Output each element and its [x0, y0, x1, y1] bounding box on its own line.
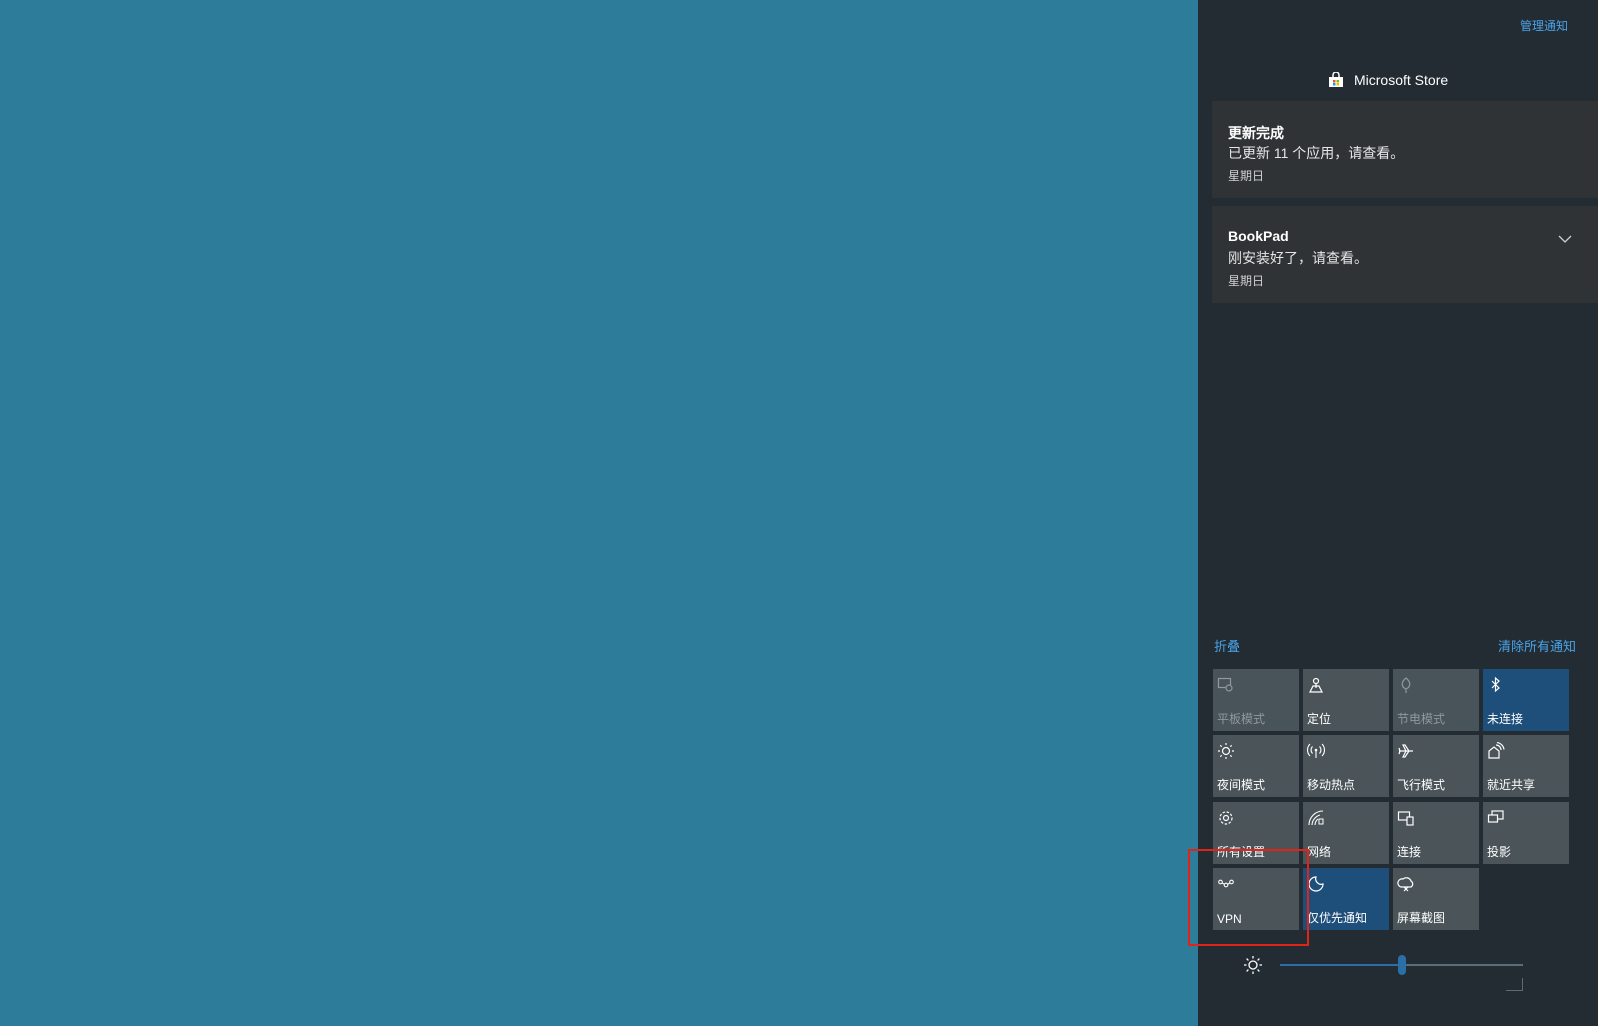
location-icon	[1309, 677, 1323, 693]
action-center-panel: 管理通知 Microsoft Store 更新完成 已更新 11 个应用，请查看…	[1198, 0, 1598, 1026]
notification-body: 已更新 11 个应用，请查看。	[1228, 145, 1405, 161]
chevron-down-icon[interactable]	[1558, 234, 1572, 244]
panel-corner-mark	[1506, 978, 1523, 991]
mobile-hotspot-icon	[1307, 743, 1325, 758]
store-bag-icon	[1328, 72, 1344, 88]
quick-action-project[interactable]: 投影	[1483, 802, 1569, 864]
quick-action-bluetooth[interactable]: 未连接	[1483, 669, 1569, 731]
quick-action-screen-snip[interactable]: 屏幕截图	[1393, 868, 1479, 930]
quick-action-airplane-mode[interactable]: 飞行模式	[1393, 735, 1479, 797]
notification-card[interactable]: 更新完成 已更新 11 个应用，请查看。 星期日	[1212, 101, 1598, 198]
brightness-slider-thumb[interactable]	[1397, 955, 1406, 975]
airplane-mode-icon	[1398, 744, 1413, 758]
notification-time: 星期日	[1228, 169, 1265, 183]
tile-label: 投影	[1487, 845, 1512, 859]
clear-all-notifications-link[interactable]: 清除所有通知	[1498, 636, 1576, 655]
brightness-icon	[1244, 956, 1262, 974]
tile-label: 所有设置	[1217, 845, 1266, 859]
battery-saver-icon	[1401, 677, 1411, 693]
notification-title: BookPad	[1228, 228, 1289, 244]
notification-app-header[interactable]: Microsoft Store	[1328, 72, 1448, 88]
tile-label: 夜间模式	[1217, 778, 1266, 792]
tile-label: 定位	[1307, 712, 1332, 726]
project-icon	[1487, 810, 1504, 823]
collapse-link[interactable]: 折叠	[1214, 636, 1240, 655]
connect-icon	[1397, 811, 1414, 826]
screen-snip-icon	[1397, 877, 1414, 892]
night-light-icon	[1218, 743, 1234, 759]
notification-title: 更新完成	[1228, 125, 1284, 141]
tablet-mode-icon	[1217, 677, 1233, 692]
tile-label: 未连接	[1487, 712, 1524, 726]
tile-label: 屏幕截图	[1397, 911, 1446, 925]
tile-label: 平板模式	[1217, 712, 1266, 726]
nearby-sharing-icon	[1488, 742, 1505, 759]
manage-notifications-link[interactable]: 管理通知	[1520, 17, 1568, 34]
quick-action-focus-assist[interactable]: 仅优先通知	[1303, 868, 1389, 930]
tile-label: 连接	[1397, 845, 1422, 859]
network-icon	[1308, 810, 1324, 826]
quick-action-network[interactable]: 网络	[1303, 802, 1389, 864]
quick-action-night-light[interactable]: 夜间模式	[1213, 735, 1299, 797]
notification-time: 星期日	[1228, 274, 1265, 288]
tile-label: 就近共享	[1487, 778, 1536, 792]
quick-action-location[interactable]: 定位	[1303, 669, 1389, 731]
tile-label: 移动热点	[1307, 778, 1356, 792]
tile-label: 飞行模式	[1397, 778, 1446, 792]
desktop-background[interactable]	[0, 0, 1198, 1026]
tile-label: VPN	[1217, 912, 1242, 926]
quick-action-vpn[interactable]: VPN	[1213, 868, 1299, 930]
quick-action-mobile-hotspot[interactable]: 移动热点	[1303, 735, 1389, 797]
bluetooth-icon	[1491, 676, 1500, 693]
tile-label: 节电模式	[1397, 712, 1446, 726]
brightness-slider-fill	[1280, 964, 1402, 966]
notification-card[interactable]: BookPad 刚安装好了，请查看。 星期日	[1212, 206, 1598, 303]
tile-label: 仅优先通知	[1307, 911, 1368, 925]
quick-action-tablet-mode[interactable]: 平板模式	[1213, 669, 1299, 731]
quick-action-all-settings[interactable]: 所有设置	[1213, 802, 1299, 864]
app-name: Microsoft Store	[1354, 72, 1449, 88]
focus-assist-icon	[1308, 876, 1324, 892]
settings-icon	[1219, 811, 1233, 825]
quick-action-connect[interactable]: 连接	[1393, 802, 1479, 864]
quick-action-nearby-sharing[interactable]: 就近共享	[1483, 735, 1569, 797]
brightness-control	[1243, 953, 1543, 977]
vpn-icon	[1218, 879, 1234, 888]
quick-action-battery-saver[interactable]: 节电模式	[1393, 669, 1479, 731]
notification-body: 刚安装好了，请查看。	[1228, 250, 1368, 266]
tile-label: 网络	[1307, 845, 1332, 859]
